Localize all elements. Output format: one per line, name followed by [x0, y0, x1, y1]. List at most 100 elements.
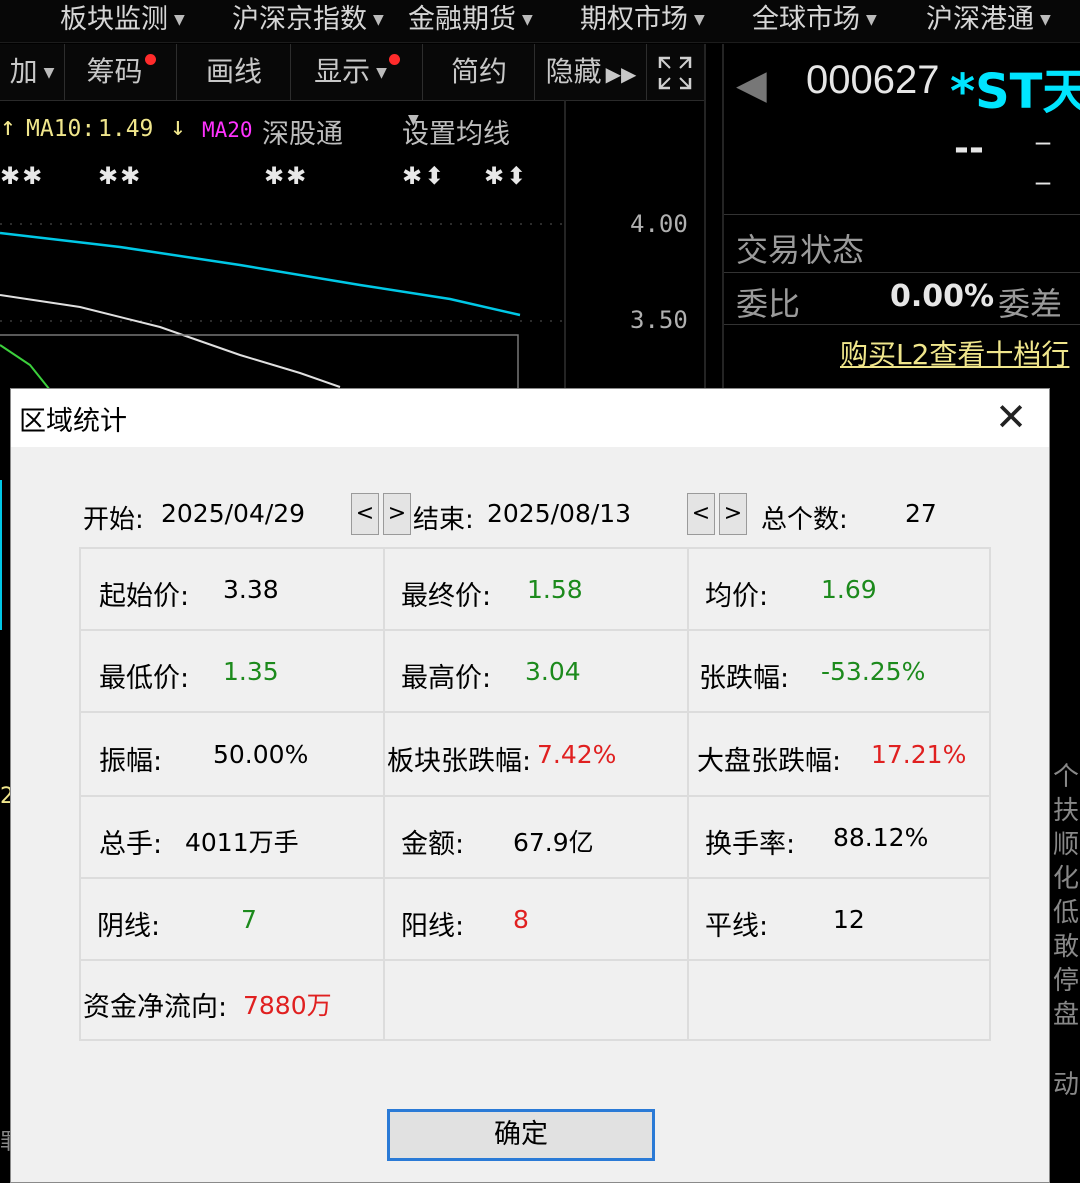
edge-char: 化	[1052, 864, 1079, 894]
start-prev-button[interactable]: <	[351, 493, 379, 535]
stats-cell: 平线: 12	[687, 877, 991, 961]
menu-connect[interactable]: 沪深港通 ▼	[926, 0, 1051, 42]
toolbar-label: 简约	[450, 55, 507, 88]
toolbar-hide-button[interactable]: 隐藏 ▶▶	[536, 44, 647, 100]
back-arrow-icon[interactable]: ◀	[736, 62, 767, 108]
trade-status-label: 交易状态	[736, 231, 865, 269]
edge-char: 停	[1052, 966, 1079, 996]
chevron-down-icon: ▼	[694, 12, 705, 28]
turnover-rate-value: 88.12%	[833, 823, 929, 852]
net-capital-flow-label: 资金净流向:	[83, 992, 228, 1023]
ma-line-cyan	[0, 231, 521, 317]
end-prev-button[interactable]: <	[687, 493, 715, 535]
chart-legend: ↑ MA10: 1.49 ↓ MA20 深股通 设置均线 ▼	[0, 112, 560, 152]
edge-char: 敢	[1052, 932, 1079, 962]
range-stats-dialog: 区域统计 ✕ 开始: 2025/04/29 < > 结束: 2025/08/13…	[10, 388, 1050, 1183]
start-price-value: 3.38	[223, 575, 279, 604]
menu-label: 板块监测	[60, 4, 168, 35]
chevron-down-icon: ▼	[408, 112, 419, 128]
down-candles-label: 阴线:	[97, 911, 161, 942]
marker-icon: ✱✱	[264, 162, 309, 190]
amplitude-label: 振幅:	[99, 746, 163, 777]
toolbar-draw-button[interactable]: 画线	[178, 44, 291, 100]
end-next-button[interactable]: >	[719, 493, 747, 535]
turnover-amount-label: 金额:	[401, 829, 465, 860]
toolbar-simple-button[interactable]: 简约	[424, 44, 535, 100]
weibi-row: 委比 0.00% 委差	[724, 272, 1080, 323]
chevron-down-icon: ▼	[376, 65, 387, 81]
notification-dot-icon	[388, 54, 400, 65]
edge-char: 个	[1052, 762, 1079, 792]
edge-char: 动	[1052, 1070, 1079, 1100]
notification-dot-icon	[144, 54, 156, 65]
price-box	[0, 334, 519, 390]
stats-cell: 资金净流向: 7880万	[79, 959, 385, 1041]
stats-cell	[383, 959, 689, 1041]
marker-icon: ✱✱	[0, 162, 45, 190]
stats-cell: 最终价: 1.58	[383, 547, 689, 631]
chevron-down-icon: ▼	[373, 12, 384, 28]
turnover-rate-label: 换手率:	[705, 829, 796, 860]
price-chart-canvas	[0, 223, 565, 390]
ma-line-green	[0, 344, 51, 390]
chevron-down-icon: ▼	[522, 12, 533, 28]
menu-options[interactable]: 期权市场 ▼	[580, 0, 705, 42]
menu-global[interactable]: 全球市场 ▼	[752, 0, 877, 42]
high-price-label: 最高价:	[401, 663, 492, 694]
stats-cell	[687, 959, 991, 1041]
y-tick-label: 4.00	[630, 210, 688, 238]
stats-cell: 振幅: 50.00%	[79, 711, 385, 797]
l2-row: 购买L2查看十档行	[724, 324, 1080, 385]
menu-index[interactable]: 沪深京指数 ▼	[232, 0, 384, 42]
toolbar-label: 筹码	[86, 55, 143, 88]
count-label: 总个数:	[761, 505, 848, 535]
change-pct-placeholder: _	[1036, 152, 1050, 185]
avg-price-label: 均价:	[705, 581, 769, 612]
start-next-button[interactable]: >	[383, 493, 411, 535]
menu-label: 沪深港通	[926, 4, 1034, 35]
chevron-down-icon: ▼	[866, 12, 877, 28]
change-pct-value: -53.25%	[821, 657, 926, 686]
up-candles-value: 8	[513, 905, 529, 934]
ma20-label: MA20	[202, 118, 253, 142]
trade-status-row: 交易状态	[724, 214, 1080, 271]
high-price-value: 3.04	[525, 657, 581, 686]
menu-futures[interactable]: 金融期货 ▼	[408, 0, 533, 42]
start-label: 开始:	[83, 505, 144, 535]
low-price-label: 最低价:	[99, 663, 190, 694]
arrow-down-icon: ↓	[170, 112, 186, 142]
price-placeholder: --	[954, 128, 984, 169]
ma10-label: MA10:	[26, 116, 96, 142]
ma-line-white	[0, 294, 341, 388]
buy-l2-link[interactable]: 购买L2查看十档行	[840, 333, 1069, 373]
deep-link-label[interactable]: 深股通	[262, 112, 343, 151]
weibi-label: 委比	[736, 285, 801, 323]
menu-sector-monitor[interactable]: 板块监测 ▼	[60, 0, 185, 42]
count-value: 27	[905, 499, 937, 528]
menu-label: 期权市场	[580, 4, 688, 35]
stats-cell: 金额: 67.9亿	[383, 795, 689, 879]
ok-button[interactable]: 确定	[387, 1109, 655, 1161]
weibi-value: 0.00%	[890, 279, 995, 314]
toolbar-chips-button[interactable]: 筹码	[66, 44, 177, 100]
menu-label: 全球市场	[752, 4, 860, 35]
toolbar-label: 画线	[205, 55, 262, 88]
sector-change-label: 板块张跌幅:	[387, 746, 532, 777]
chevron-down-icon: ▼	[1040, 12, 1051, 28]
chart-toolbar: 加 ▼ 筹码 画线 显示 ▼ 简约 隐藏 ▶▶	[0, 44, 705, 101]
change-placeholder: _	[1036, 112, 1050, 145]
fullscreen-button[interactable]	[648, 44, 702, 100]
arrow-up-icon: ↑	[0, 112, 16, 142]
total-volume-value: 4011万手	[185, 828, 299, 857]
toolbar-add-button[interactable]: 加 ▼	[0, 44, 65, 100]
y-tick-label: 3.50	[630, 306, 688, 334]
close-icon[interactable]: ✕	[995, 395, 1027, 439]
market-menu-bar: 板块监测 ▼ 沪深京指数 ▼ 金融期货 ▼ 期权市场 ▼ 全球市场 ▼ 沪深港通 ▼	[0, 0, 1080, 43]
toolbar-display-button[interactable]: 显示 ▼	[292, 44, 423, 100]
net-capital-flow-value: 7880万	[243, 991, 332, 1020]
up-candles-label: 阳线:	[401, 911, 465, 942]
end-price-value: 1.58	[527, 575, 583, 604]
menu-label: 沪深京指数	[232, 4, 367, 35]
panel-divider	[704, 44, 706, 390]
stats-cell: 总手: 4011万手	[79, 795, 385, 879]
